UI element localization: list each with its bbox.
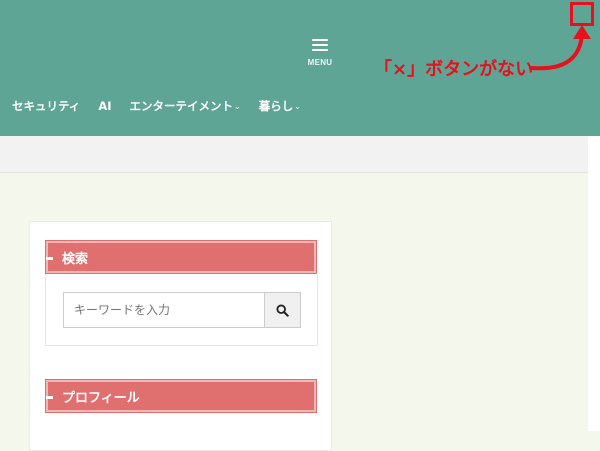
chevron-down-icon: ⌄	[234, 101, 241, 111]
page-edge	[588, 136, 600, 431]
title-marker	[46, 396, 53, 399]
title-marker	[46, 257, 53, 260]
search-icon	[276, 303, 289, 317]
search-widget-title: 検索	[45, 240, 317, 274]
nav-item-label: AI	[98, 99, 112, 113]
search-widget	[45, 274, 318, 346]
nav-item-label: 暮らし	[258, 99, 294, 113]
search-input[interactable]	[63, 292, 266, 328]
nav-item-label: エンターテイメント	[129, 99, 234, 113]
global-nav: セキュリティ AI エンターテイメント ⌄ 暮らし ⌄	[12, 97, 301, 115]
search-button[interactable]	[264, 292, 301, 328]
menu-button[interactable]: MENU	[300, 38, 340, 72]
nav-item-label: セキュリティ	[12, 99, 81, 113]
nav-item-security[interactable]: セキュリティ	[12, 98, 80, 114]
menu-label: MENU	[307, 58, 333, 67]
chevron-down-icon: ⌄	[294, 101, 301, 111]
nav-item-entertainment[interactable]: エンターテイメント ⌄	[130, 98, 241, 114]
nav-item-living[interactable]: 暮らし ⌄	[259, 98, 301, 114]
hamburger-icon	[312, 39, 328, 52]
breadcrumb-bar	[0, 136, 588, 173]
sidebar: 検索 プロフィール	[29, 221, 332, 451]
annotation-text: 「×」ボタンがない	[374, 59, 534, 80]
widget-title-text: プロフィール	[62, 390, 140, 406]
nav-item-ai[interactable]: AI	[98, 99, 111, 113]
widget-title-text: 検索	[62, 251, 89, 267]
profile-widget-title: プロフィール	[45, 379, 317, 413]
